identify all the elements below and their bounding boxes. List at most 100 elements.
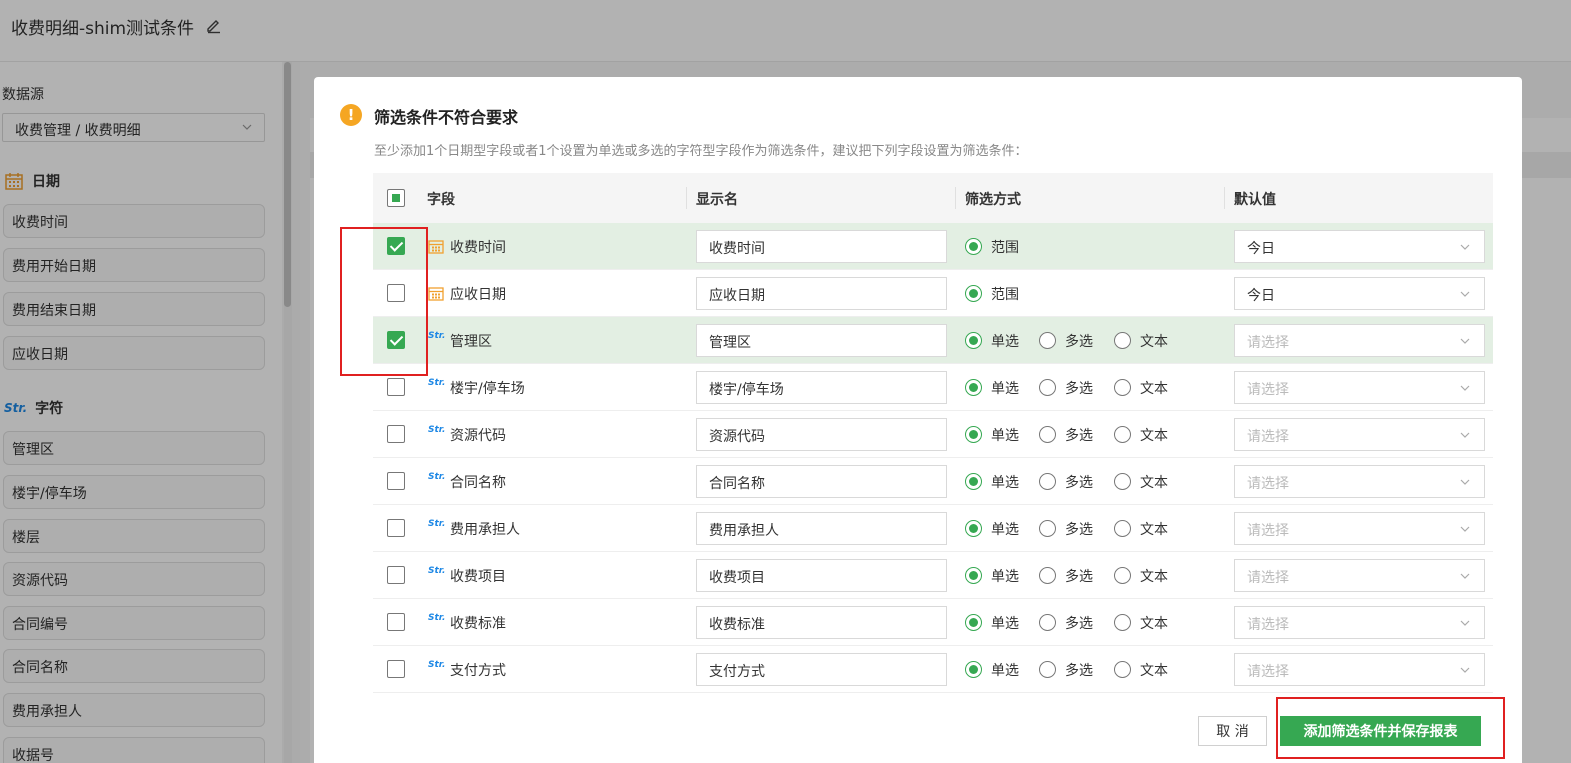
display-name-input[interactable]: 支付方式 xyxy=(696,653,947,686)
calendar-icon xyxy=(428,240,444,254)
radio-single[interactable] xyxy=(965,614,982,631)
display-name-input[interactable]: 楼宇/停车场 xyxy=(696,371,947,404)
table-row: Str. 收费项目 收费项目 单选 多选 文本 请选择 xyxy=(373,552,1493,599)
table-row: Str. 合同名称 合同名称 单选 多选 文本 请选择 xyxy=(373,458,1493,505)
radio-single-label: 单选 xyxy=(991,663,1019,679)
radio-text-label: 文本 xyxy=(1140,428,1168,444)
string-type-icon: Str. xyxy=(428,331,446,341)
radio-multi[interactable] xyxy=(1039,379,1056,396)
chevron-down-icon xyxy=(1460,385,1470,391)
header-divider xyxy=(1224,187,1225,209)
chevron-down-icon xyxy=(1460,526,1470,532)
filter-field-table: 字段 显示名 筛选方式 默认值 收费时间 收费时间 范围 今日 应收日期 应收日… xyxy=(373,173,1493,693)
radio-text-label: 文本 xyxy=(1140,663,1168,679)
default-value-select[interactable]: 请选择 xyxy=(1234,653,1485,686)
add-filter-and-save-button[interactable]: 添加筛选条件并保存报表 xyxy=(1280,716,1481,746)
radio-text[interactable] xyxy=(1114,426,1131,443)
field-name: 应收日期 xyxy=(450,287,506,303)
radio-multi[interactable] xyxy=(1039,614,1056,631)
default-value-select[interactable]: 请选择 xyxy=(1234,559,1485,592)
select-all-checkbox[interactable] xyxy=(387,189,405,207)
radio-single[interactable] xyxy=(965,332,982,349)
chevron-down-icon xyxy=(1460,432,1470,438)
radio-multi[interactable] xyxy=(1039,332,1056,349)
default-value-select[interactable]: 请选择 xyxy=(1234,512,1485,545)
radio-text[interactable] xyxy=(1114,614,1131,631)
radio-range-label: 范围 xyxy=(991,287,1019,303)
radio-range[interactable] xyxy=(965,238,982,255)
header-divider xyxy=(955,187,956,209)
radio-multi[interactable] xyxy=(1039,567,1056,584)
chevron-down-icon xyxy=(1460,338,1470,344)
radio-single[interactable] xyxy=(965,567,982,584)
display-name-input[interactable]: 收费标准 xyxy=(696,606,947,639)
default-value-placeholder: 请选择 xyxy=(1247,382,1289,398)
row-checkbox[interactable] xyxy=(387,660,405,678)
row-checkbox[interactable] xyxy=(387,566,405,584)
display-name-input[interactable]: 资源代码 xyxy=(696,418,947,451)
table-row: Str. 楼宇/停车场 楼宇/停车场 单选 多选 文本 请选择 xyxy=(373,364,1493,411)
radio-text[interactable] xyxy=(1114,332,1131,349)
default-value-text: 今日 xyxy=(1247,241,1275,257)
default-value-select[interactable]: 请选择 xyxy=(1234,371,1485,404)
radio-multi-label: 多选 xyxy=(1065,663,1093,679)
radio-range[interactable] xyxy=(965,285,982,302)
string-type-icon: Str. xyxy=(428,425,446,435)
display-name-input[interactable]: 收费时间 xyxy=(696,230,947,263)
radio-single-label: 单选 xyxy=(991,616,1019,632)
string-type-icon: Str. xyxy=(428,613,446,623)
row-checkbox[interactable] xyxy=(387,378,405,396)
default-value-select[interactable]: 请选择 xyxy=(1234,324,1485,357)
radio-single[interactable] xyxy=(965,661,982,678)
default-value-select[interactable]: 今日 xyxy=(1234,230,1485,263)
field-name: 费用承担人 xyxy=(450,522,520,538)
row-checkbox[interactable] xyxy=(387,519,405,537)
row-checkbox[interactable] xyxy=(387,613,405,631)
display-name-input[interactable]: 合同名称 xyxy=(696,465,947,498)
radio-text[interactable] xyxy=(1114,473,1131,490)
radio-single-label: 单选 xyxy=(991,381,1019,397)
radio-single[interactable] xyxy=(965,473,982,490)
radio-multi-label: 多选 xyxy=(1065,428,1093,444)
display-name-input[interactable]: 管理区 xyxy=(696,324,947,357)
table-row: 收费时间 收费时间 范围 今日 xyxy=(373,223,1493,270)
radio-multi[interactable] xyxy=(1039,520,1056,537)
radio-text[interactable] xyxy=(1114,520,1131,537)
default-value-select[interactable]: 请选择 xyxy=(1234,418,1485,451)
dialog-title: 筛选条件不符合要求 xyxy=(374,108,519,127)
chevron-down-icon xyxy=(1460,479,1470,485)
display-name-input[interactable]: 应收日期 xyxy=(696,277,947,310)
cancel-button[interactable]: 取 消 xyxy=(1198,716,1267,746)
radio-single[interactable] xyxy=(965,379,982,396)
radio-text-label: 文本 xyxy=(1140,569,1168,585)
radio-multi[interactable] xyxy=(1039,426,1056,443)
row-checkbox[interactable] xyxy=(387,425,405,443)
field-name: 管理区 xyxy=(450,334,492,350)
radio-range-label: 范围 xyxy=(991,240,1019,256)
default-value-select[interactable]: 请选择 xyxy=(1234,606,1485,639)
radio-multi-label: 多选 xyxy=(1065,475,1093,491)
default-value-select[interactable]: 今日 xyxy=(1234,277,1485,310)
radio-multi[interactable] xyxy=(1039,473,1056,490)
radio-single-label: 单选 xyxy=(991,334,1019,350)
string-type-icon: Str. xyxy=(428,519,446,529)
default-value-select[interactable]: 请选择 xyxy=(1234,465,1485,498)
field-name: 楼宇/停车场 xyxy=(450,381,525,397)
default-value-text: 今日 xyxy=(1247,288,1275,304)
radio-text[interactable] xyxy=(1114,567,1131,584)
chevron-down-icon xyxy=(1460,573,1470,579)
header-filter-mode: 筛选方式 xyxy=(965,192,1021,208)
chevron-down-icon xyxy=(1460,244,1470,250)
default-value-placeholder: 请选择 xyxy=(1247,664,1289,680)
radio-single[interactable] xyxy=(965,426,982,443)
radio-text-label: 文本 xyxy=(1140,522,1168,538)
radio-multi[interactable] xyxy=(1039,661,1056,678)
row-checkbox[interactable] xyxy=(387,472,405,490)
radio-text[interactable] xyxy=(1114,661,1131,678)
display-name-input[interactable]: 收费项目 xyxy=(696,559,947,592)
radio-single[interactable] xyxy=(965,520,982,537)
display-name-input[interactable]: 费用承担人 xyxy=(696,512,947,545)
default-value-placeholder: 请选择 xyxy=(1247,429,1289,445)
header-default-value: 默认值 xyxy=(1234,192,1276,208)
radio-text[interactable] xyxy=(1114,379,1131,396)
